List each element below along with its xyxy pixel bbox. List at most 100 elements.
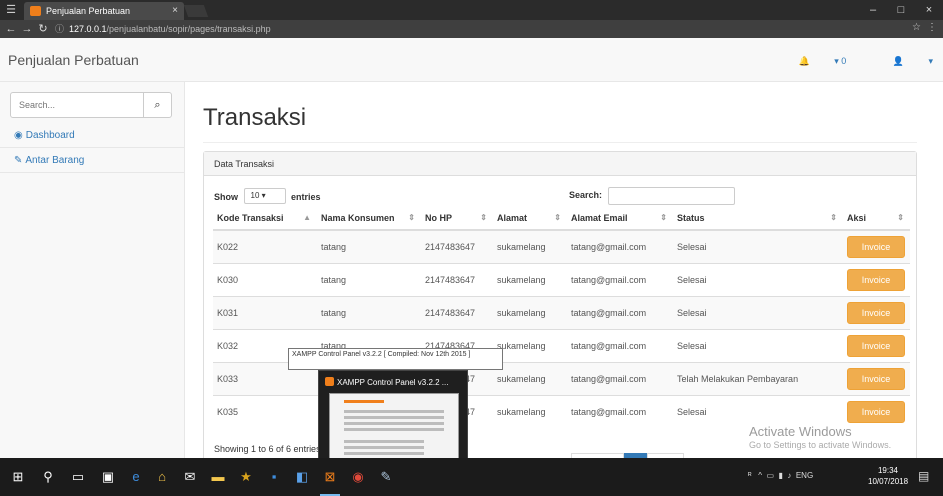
- column-header-status[interactable]: Status ⇕: [673, 206, 843, 231]
- cell-kode: K030: [213, 262, 317, 296]
- url-field[interactable]: ⓘ 127.0.0.1/penjualanbatu/sopir/pages/tr…: [55, 22, 925, 36]
- column-header-aksi[interactable]: Aksi ⇕: [843, 206, 910, 231]
- sidebar-item-antar-barang[interactable]: ✎ Antar Barang: [0, 149, 185, 173]
- folder-icon[interactable]: ▬: [208, 467, 228, 487]
- dashboard-icon: ◉: [14, 130, 23, 141]
- search-icon[interactable]: ⚲: [38, 467, 58, 487]
- tab-close-icon[interactable]: ×: [172, 2, 178, 20]
- info-icon[interactable]: ⓘ: [55, 22, 64, 36]
- battery-icon[interactable]: ▭: [767, 471, 775, 480]
- column-header-nama[interactable]: Nama Konsumen ⇕: [317, 206, 421, 231]
- taskbar-clock[interactable]: 19:34 10/07/2018: [868, 465, 908, 487]
- sidebar-item-label: Dashboard: [25, 130, 75, 141]
- preview-line: [344, 428, 444, 431]
- length-select[interactable]: 10 ▾: [243, 188, 286, 204]
- cell-hp: 2147483647: [421, 262, 493, 296]
- close-window-button[interactable]: ×: [915, 0, 943, 20]
- app-icon[interactable]: ▪: [264, 467, 284, 487]
- invoice-button[interactable]: Invoice: [847, 400, 905, 423]
- table-header-row: Kode Transaksi ▲ Nama Konsumen ⇕ No HP ⇕ Al…: [213, 206, 910, 231]
- entries-label: entries: [291, 192, 321, 202]
- language-indicator[interactable]: ENG: [796, 471, 813, 480]
- table-search-input[interactable]: [608, 187, 735, 205]
- mail-icon[interactable]: ✉: [180, 467, 200, 487]
- user-dropdown[interactable]: 👤 ▾: [871, 56, 933, 66]
- cell-email: tatang@gmail.com: [567, 361, 673, 395]
- chrome-icon[interactable]: ◉: [348, 467, 368, 487]
- sidebar-search: ⌕: [10, 92, 172, 118]
- preview-line: [344, 410, 444, 413]
- people-icon[interactable]: ᴿ: [748, 471, 752, 480]
- forward-icon[interactable]: →: [20, 21, 34, 37]
- new-tab-button[interactable]: [183, 5, 209, 17]
- app-icon[interactable]: ▣: [98, 467, 118, 487]
- windows-start-icon[interactable]: ⊞: [8, 467, 28, 487]
- minimize-button[interactable]: –: [859, 0, 887, 20]
- user-icon: 👤: [892, 56, 904, 66]
- chevron-up-icon[interactable]: ^: [758, 471, 762, 480]
- pin-icon[interactable]: ★: [236, 467, 256, 487]
- navbar-right: 🔔 ▾ 0 👤 ▾: [754, 56, 933, 67]
- preview-line: [344, 416, 444, 419]
- column-label: Alamat: [497, 212, 528, 223]
- xampp-taskbar-icon[interactable]: ⊠: [320, 467, 340, 496]
- preview-line: [344, 452, 424, 455]
- invoice-button[interactable]: Invoice: [847, 268, 905, 291]
- bookmark-star-icon[interactable]: ☆: [912, 22, 921, 33]
- cell-aksi: Invoice: [843, 262, 910, 296]
- bell-icon: 🔔: [798, 56, 810, 66]
- notification-icon[interactable]: ▤: [918, 469, 929, 483]
- vscode-icon[interactable]: ◧: [292, 467, 312, 487]
- column-label: No HP: [425, 212, 452, 223]
- reload-icon[interactable]: ↻: [36, 21, 50, 37]
- preview-line: [344, 422, 444, 425]
- column-header-kode[interactable]: Kode Transaksi ▲: [213, 206, 317, 231]
- cell-kode: K022: [213, 229, 317, 263]
- browser-tab[interactable]: Penjualan Perbatuan ×: [24, 2, 184, 20]
- column-header-email[interactable]: Alamat Email ⇕: [567, 206, 673, 231]
- edge-icon[interactable]: e: [126, 467, 146, 487]
- xampp-thumbnail-label: XAMPP Control Panel v3.2.2 ...: [337, 378, 449, 387]
- chevron-down-icon: ▾: [261, 191, 266, 200]
- cell-alamat: sukamelang: [493, 229, 567, 263]
- browser-menu-icon[interactable]: ⋮: [927, 22, 937, 33]
- volume-icon[interactable]: ♪: [787, 471, 791, 480]
- column-header-alamat[interactable]: Alamat ⇕: [493, 206, 567, 231]
- brand-link[interactable]: Penjualan Perbatuan: [8, 52, 139, 68]
- xampp-icon: [325, 377, 334, 386]
- store-icon[interactable]: ⌂: [152, 467, 172, 487]
- search-button[interactable]: ⌕: [143, 93, 171, 117]
- sidebar-item-label: Antar Barang: [25, 155, 85, 166]
- length-value: 10: [250, 191, 260, 200]
- alerts-dropdown[interactable]: 🔔 ▾ 0: [776, 56, 846, 66]
- sidebar-search-input[interactable]: [11, 93, 141, 117]
- xampp-thumbnail-title: XAMPP Control Panel v3.2.2 ...: [325, 377, 448, 387]
- table-info: Showing 1 to 6 of 6 entries: [214, 444, 321, 454]
- invoice-button[interactable]: Invoice: [847, 334, 905, 357]
- clock-date: 10/07/2018: [868, 477, 909, 486]
- task-view-icon[interactable]: ▭: [68, 467, 88, 487]
- xampp-favicon-icon: [30, 6, 41, 16]
- cell-email: tatang@gmail.com: [567, 229, 673, 263]
- maximize-button[interactable]: □: [887, 0, 915, 20]
- app-navbar: Penjualan Perbatuan 🔔 ▾ 0 👤 ▾: [0, 38, 943, 82]
- invoice-button[interactable]: Invoice: [847, 367, 905, 390]
- cell-alamat: sukamelang: [493, 394, 567, 428]
- invoice-button[interactable]: Invoice: [847, 301, 905, 324]
- sort-icon: ⇕: [897, 213, 904, 222]
- app-icon[interactable]: ✎: [376, 467, 396, 487]
- sidebar-item-dashboard[interactable]: ◉ Dashboard: [0, 124, 185, 148]
- back-icon[interactable]: ←: [4, 21, 18, 37]
- cell-email: tatang@gmail.com: [567, 295, 673, 329]
- cell-nama: tatang: [317, 229, 421, 263]
- sort-icon: ⇕: [480, 213, 487, 222]
- column-header-hp[interactable]: No HP ⇕: [421, 206, 493, 231]
- alerts-label: ▾ 0: [834, 56, 847, 66]
- network-icon[interactable]: ▮: [779, 471, 783, 480]
- cell-status: Telah Melakukan Pembayaran: [673, 361, 843, 395]
- system-tray: ᴿ ^ ▭ ▮ ♪ ENG: [748, 471, 813, 480]
- activate-windows-subtitle: Go to Settings to activate Windows.: [749, 440, 892, 450]
- column-label: Aksi: [847, 212, 867, 223]
- window-menu-icon[interactable]: ☰: [4, 3, 18, 17]
- invoice-button[interactable]: Invoice: [847, 235, 905, 258]
